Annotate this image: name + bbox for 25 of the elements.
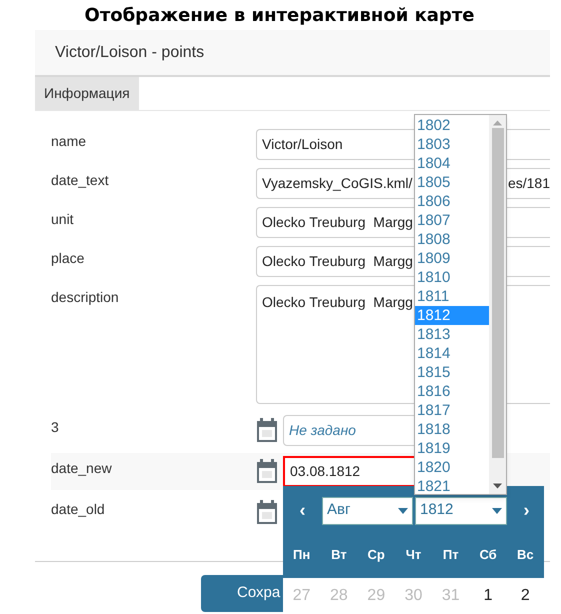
field-label: place (51, 249, 86, 268)
field-value: Vyazemsky_CoGIS.kml/ (262, 174, 412, 193)
weekday-label: Сб (479, 546, 497, 564)
weekday-label: Пт (442, 546, 459, 564)
weekday-label: Вт (331, 546, 347, 564)
panel-title: Victor/Loison - points (55, 42, 204, 62)
field-value: 03.08.1812 (290, 462, 360, 481)
page-heading: Отображение в интерактивной карте (84, 4, 476, 28)
field-label: unit (51, 210, 75, 229)
weekday-label: Чт (406, 546, 422, 564)
field-label: name (51, 132, 88, 151)
field-value: Olecko Treuburg Margg (262, 294, 413, 310)
field-value: es/181 (508, 174, 550, 193)
weekday-label: Вс (517, 546, 534, 564)
weekday-label: Пн (293, 546, 310, 564)
field-label: date_old (51, 500, 106, 519)
field-value: Victor/Loison (262, 135, 343, 154)
field-label: date_text (51, 171, 110, 190)
field-value: Olecko Treuburg Margg (262, 252, 413, 271)
weekday-label: Ср (368, 546, 385, 564)
field-label: description (51, 288, 120, 307)
placeholder-text: Не задано (289, 421, 356, 440)
field-label: date_new (51, 459, 113, 478)
field-label: 3 (51, 418, 60, 437)
field-value: Olecko Treuburg Margg (262, 213, 413, 232)
